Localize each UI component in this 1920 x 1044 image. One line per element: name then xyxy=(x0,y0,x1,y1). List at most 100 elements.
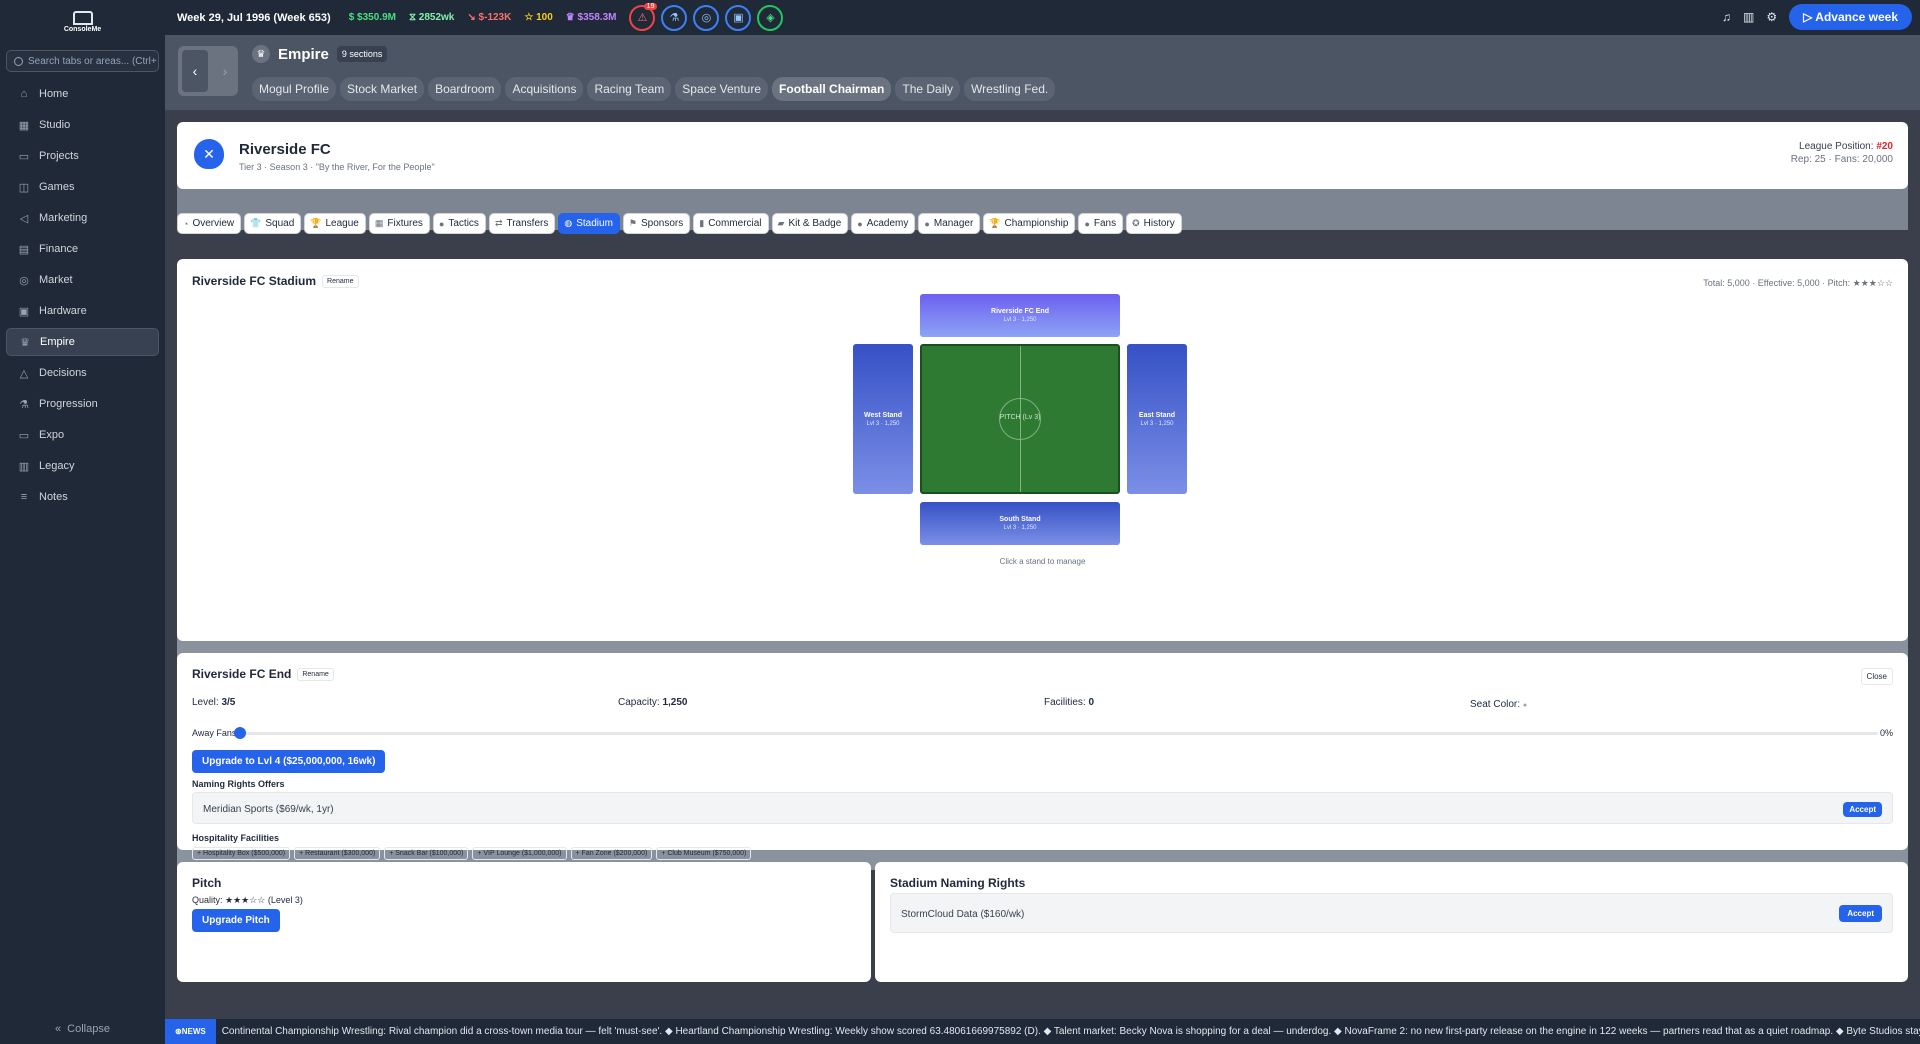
save-button[interactable]: ▣ xyxy=(725,4,752,31)
sidebar-item-expo[interactable]: ▭ Expo xyxy=(6,421,159,449)
slider-thumb[interactable] xyxy=(234,727,246,739)
subtab-transfers[interactable]: ⇄ Transfers xyxy=(488,213,556,234)
subtab-league[interactable]: 🏆 League xyxy=(304,213,366,234)
hospitality-chip[interactable]: + Club Museum ($750,000) xyxy=(656,847,752,860)
top-right-controls: ♫ ▥ ⚙ ▷ Advance week xyxy=(1722,4,1912,30)
sidebar-item-home[interactable]: ⌂ Home xyxy=(6,80,159,108)
accept-offer-button[interactable]: Accept xyxy=(1843,802,1882,817)
rename-stadium-button[interactable]: Rename xyxy=(322,275,359,289)
subtab-manager[interactable]: ● Manager xyxy=(918,213,981,234)
sidebar: ConsoleMe Search tabs or areas... (Ctrl+… xyxy=(0,0,165,1044)
collapse-button[interactable]: « Collapse xyxy=(0,1014,165,1044)
empire-name: Empire xyxy=(278,45,329,63)
stand-east[interactable]: East Stand Lvl 3 · 1,250 xyxy=(1127,344,1187,494)
floppy-icon: ▣ xyxy=(733,12,744,24)
stars-stat: ☆ 100 xyxy=(524,12,553,23)
sidebar-item-finance[interactable]: ▤ Finance xyxy=(6,235,159,263)
sidebar-item-decisions[interactable]: △ Decisions xyxy=(6,359,159,387)
upgrade-stand-button[interactable]: Upgrade to Lvl 4 ($25,000,000, 16wk) xyxy=(192,750,386,773)
forward-button[interactable]: › xyxy=(212,46,238,96)
building-icon: ▦ xyxy=(18,119,30,132)
rep-fans: Rep: 25 · Fans: 20,000 xyxy=(1790,154,1893,165)
subtab-squad[interactable]: 👕 Squad xyxy=(244,213,302,234)
hospitality-chip[interactable]: + Snack Bar ($100,000) xyxy=(384,847,469,860)
subtab-fixtures[interactable]: ▦ Fixtures xyxy=(368,213,430,234)
research-button[interactable]: ⚗ xyxy=(661,4,688,31)
club-name: Riverside FC xyxy=(239,141,331,158)
advance-week-button[interactable]: ▷ Advance week xyxy=(1789,4,1912,30)
sections-badge: 9 sections xyxy=(336,46,388,62)
offer-text: StormCloud Data ($160/wk) xyxy=(901,909,1025,920)
sidebar-item-projects[interactable]: ▭ Projects xyxy=(6,142,159,170)
sidebar-item-notes[interactable]: ≡ Notes xyxy=(6,483,159,511)
tab-wrestling-fed[interactable]: Wrestling Fed. xyxy=(964,77,1056,101)
away-fans-slider[interactable] xyxy=(234,727,1878,739)
hospitality-title: Hospitality Facilities xyxy=(192,833,280,843)
subtab-stadium[interactable]: ◍ Stadium xyxy=(558,213,620,234)
alerts-button[interactable]: ⚠ 19 xyxy=(629,2,658,31)
close-button[interactable]: Close xyxy=(1860,668,1893,685)
sidebar-item-hardware[interactable]: ▣ Hardware xyxy=(6,297,159,325)
stadium-card: Riverside FC Stadium Rename Total: 5,000 … xyxy=(177,259,1908,641)
pitch[interactable]: PITCH (Lv 3) xyxy=(920,344,1120,494)
subtab-fans[interactable]: ● Fans xyxy=(1078,213,1124,234)
tab-boardroom[interactable]: Boardroom xyxy=(428,77,502,101)
sidebar-item-market[interactable]: ◎ Market xyxy=(6,266,159,294)
cog-icon: ◎ xyxy=(701,12,712,24)
naming-rights-title: Naming Rights Offers xyxy=(192,779,285,789)
sidebar-item-progression[interactable]: ⚗ Progression xyxy=(6,390,159,418)
stand-capacity-info: Capacity: 1,250 xyxy=(618,697,688,708)
hospitality-chip[interactable]: + Restaurant ($300,000) xyxy=(294,847,381,860)
sidebar-item-label: Games xyxy=(39,181,75,193)
hospitality-chip[interactable]: + VIP Lounge ($1,000,000) xyxy=(472,847,567,860)
tab-racing-team[interactable]: Racing Team xyxy=(587,77,672,101)
stand-detail-card: Riverside FC End Rename Close Level: 3/5 … xyxy=(177,653,1908,860)
app-logo[interactable]: ConsoleMe xyxy=(0,0,165,44)
subtab-tactics[interactable]: ● Tactics xyxy=(432,213,486,234)
settings-ring-button[interactable]: ◎ xyxy=(693,4,720,31)
book-icon[interactable]: ▥ xyxy=(1743,10,1754,24)
stand-west[interactable]: West Stand Lvl 3 · 1,250 xyxy=(853,344,913,494)
shield-button[interactable]: ◈ xyxy=(757,4,784,31)
subtab-kit-badge[interactable]: ▰ Kit & Badge xyxy=(771,213,849,234)
subtab-sponsors[interactable]: ⚑ Sponsors xyxy=(622,213,691,234)
calendar-icon: ▦ xyxy=(374,218,384,228)
sidebar-item-empire[interactable]: ♛ Empire xyxy=(6,328,159,356)
tab-space-venture[interactable]: Space Venture xyxy=(675,77,769,101)
back-button[interactable]: ‹ xyxy=(182,50,208,92)
tab-mogul-profile[interactable]: Mogul Profile xyxy=(252,77,337,101)
radio-icon: ⊛ xyxy=(175,1027,182,1036)
cash-stat: $ $350.9M xyxy=(348,12,396,23)
sidebar-item-studio[interactable]: ▦ Studio xyxy=(6,111,159,139)
home-icon: ⌂ xyxy=(20,88,28,100)
hospitality-chip[interactable]: + Hospitality Box ($500,000) xyxy=(192,847,291,860)
hospitality-chip[interactable]: + Fan Zone ($200,000) xyxy=(570,847,653,860)
sidebar-item-marketing[interactable]: ◁ Marketing xyxy=(6,204,159,232)
seat-color-picker[interactable]: Seat Color: ● xyxy=(1470,699,1527,710)
tab-acquisitions[interactable]: Acquisitions xyxy=(505,77,584,101)
subtab-academy[interactable]: ● Academy xyxy=(851,213,916,234)
sidebar-search-input[interactable]: Search tabs or areas... (Ctrl+ xyxy=(6,50,159,72)
tab-football-chairman[interactable]: Football Chairman xyxy=(772,77,892,101)
accept-naming-button[interactable]: Accept xyxy=(1839,905,1882,922)
tab-the-daily[interactable]: The Daily xyxy=(895,77,961,101)
music-icon[interactable]: ♫ xyxy=(1722,10,1731,24)
naming-rights-card: Stadium Naming Rights StormCloud Data ($… xyxy=(875,862,1908,982)
sidebar-item-games[interactable]: ◫ Games xyxy=(6,173,159,201)
sidebar-item-label: Finance xyxy=(39,243,79,255)
sidebar-item-label: Market xyxy=(39,274,73,286)
upgrade-pitch-button[interactable]: Upgrade Pitch xyxy=(192,909,280,932)
logo-icon xyxy=(72,11,93,25)
subtab-commercial[interactable]: ▮ Commercial xyxy=(693,213,769,234)
sidebar-item-legacy[interactable]: ▥ Legacy xyxy=(6,452,159,480)
tab-stock-market[interactable]: Stock Market xyxy=(340,77,425,101)
stand-south[interactable]: South Stand Lvl 3 · 1,250 xyxy=(920,502,1120,545)
subtab-overview[interactable]: ◔ Overview xyxy=(177,213,242,234)
rename-stand-button[interactable]: Rename xyxy=(297,668,334,682)
sidebar-nav: ⌂ Home ▦ Studio ▭ Projects ◫ Games ◁ Marketing ▤ Fi… xyxy=(0,80,165,511)
subtab-championship[interactable]: 🏆 Championship xyxy=(983,213,1076,234)
stand-north[interactable]: Riverside FC End Lvl 3 · 1,250 xyxy=(920,294,1120,337)
play-icon: ▷ xyxy=(1803,10,1816,24)
subtab-history[interactable]: ✪ History xyxy=(1126,213,1182,234)
gear-icon[interactable]: ⚙ xyxy=(1766,10,1777,24)
